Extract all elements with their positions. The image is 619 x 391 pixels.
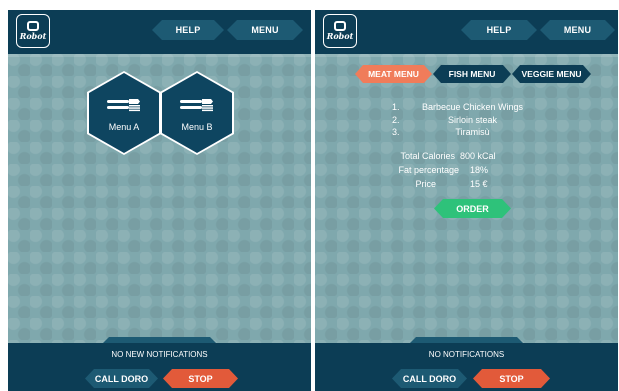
robot-logo-icon: [334, 21, 346, 31]
top-bar: Robot HELP MENU: [315, 10, 618, 57]
cutlery-icon: [180, 99, 213, 112]
notification-bar: NO NEW NOTIFICATIONS: [8, 343, 311, 365]
dish-name: Barbecue Chicken Wings: [421, 102, 524, 112]
robot-logo[interactable]: Robot: [16, 14, 50, 48]
price-label: Price: [415, 179, 436, 189]
call-doro-button[interactable]: CALL DORO: [392, 369, 467, 388]
logo-text: Robot: [19, 31, 47, 41]
dish-number: 2.: [392, 115, 400, 125]
fat-label: Fat percentage: [398, 165, 459, 175]
menu-b-label: Menu B: [181, 122, 213, 132]
home-screen: Robot HELP MENU Menu A Menu B NO NEW NOT…: [8, 10, 311, 391]
tab-meat-menu[interactable]: MEAT MENU: [355, 65, 432, 83]
menu-b-tile[interactable]: Menu B: [160, 71, 234, 155]
list-item: 2. Sirloin steak: [315, 115, 618, 127]
stop-button[interactable]: STOP: [473, 369, 550, 388]
order-button[interactable]: ORDER: [434, 199, 511, 218]
menu-button[interactable]: MENU: [540, 20, 615, 40]
menu-a-label: Menu A: [108, 122, 140, 132]
dish-name: Tiramisù: [455, 127, 490, 137]
bottom-bar: CALL DORO STOP: [8, 365, 311, 391]
cutlery-icon: [107, 99, 140, 112]
tab-fish-menu[interactable]: FISH MENU: [433, 65, 511, 83]
dish-number: 3.: [392, 127, 400, 137]
logo-text: Robot: [326, 31, 354, 41]
fat-value: 18%: [470, 165, 489, 175]
robot-logo-icon: [27, 21, 39, 31]
list-item: 1. Barbecue Chicken Wings: [315, 102, 618, 114]
dish-number: 1.: [392, 102, 400, 112]
menu-button[interactable]: MENU: [227, 20, 303, 40]
call-doro-button[interactable]: CALL DORO: [85, 369, 158, 388]
help-button[interactable]: HELP: [461, 20, 537, 40]
stop-button[interactable]: STOP: [163, 369, 238, 388]
top-bar: Robot HELP MENU: [8, 10, 311, 57]
bottom-bar: CALL DORO STOP: [315, 365, 618, 391]
menu-detail-screen: Robot HELP MENU MEAT MENU FISH MENU VEGG…: [315, 10, 618, 391]
calories-value: 800 kCal: [460, 151, 496, 161]
robot-logo[interactable]: Robot: [323, 14, 357, 48]
calories-label: Total Calories: [400, 151, 455, 161]
list-item: 3. Tiramisù: [315, 127, 618, 139]
menu-a-tile[interactable]: Menu A: [87, 71, 161, 155]
dish-name: Sirloin steak: [447, 115, 498, 125]
price-value: 15 €: [470, 179, 488, 189]
help-button[interactable]: HELP: [152, 20, 224, 40]
notification-bar: NO NOTIFICATIONS: [315, 343, 618, 365]
tab-veggie-menu[interactable]: VEGGIE MENU: [512, 65, 591, 83]
